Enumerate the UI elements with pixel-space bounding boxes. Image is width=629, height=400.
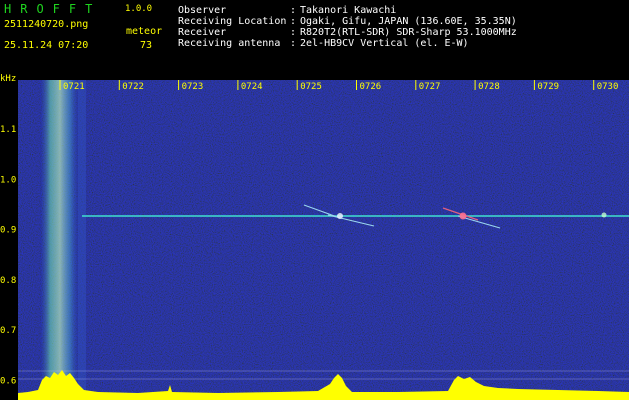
- interference-band-edge: [78, 80, 86, 400]
- spectrogram-noise: [18, 80, 629, 400]
- info-separator: :: [290, 38, 297, 49]
- freq-tick-label: 0.9: [0, 226, 16, 236]
- interference-band: [40, 80, 80, 400]
- meteor-count: 73: [140, 40, 153, 51]
- info-separator: :: [290, 5, 297, 16]
- file-name: 2511240720.png: [4, 19, 89, 30]
- freq-tick-label: 0.7: [0, 326, 16, 336]
- freq-axis: 1.1 1.0 0.9 0.8 0.7 0.6: [0, 125, 16, 387]
- freq-tick-label: 1.0: [0, 175, 16, 185]
- info-label: Receiver: [178, 27, 227, 38]
- time-tick-label: 0728: [478, 82, 500, 92]
- info-row-receiver: Receiver : R820T2(RTL-SDR) SDR-Sharp 53.…: [178, 27, 517, 38]
- station-info: Observer : Takanori Kawachi Receiving Lo…: [178, 5, 517, 49]
- time-tick-label: 0725: [300, 82, 322, 92]
- meteor-head: [459, 212, 467, 220]
- time-tick-label: 0721: [63, 82, 85, 92]
- info-separator: :: [290, 16, 297, 27]
- time-tick-label: 0730: [597, 82, 619, 92]
- spectrogram: 0721 0722 0723 0724 0725 0726 0727 0728 0729 0730: [18, 80, 629, 400]
- info-value: R820T2(RTL-SDR) SDR-Sharp 53.1000MHz: [300, 27, 517, 38]
- freq-tick-label: 1.1: [0, 125, 16, 135]
- info-row-antenna: Receiving antenna : 2el-HB9CV Vertical (…: [178, 38, 517, 49]
- time-tick-label: 0729: [537, 82, 559, 92]
- app-version: 1.0.0: [125, 4, 153, 14]
- info-label: Observer: [178, 5, 227, 16]
- info-label: Receiving Location: [178, 16, 287, 27]
- hrofft-window: HROFFT 1.0.0 2511240720.png meteor 25.11…: [0, 0, 629, 400]
- meteor-label: meteor: [126, 26, 163, 37]
- info-value: Ogaki, Gifu, JAPAN (136.60E, 35.35N): [300, 16, 517, 27]
- time-tick-label: 0722: [122, 82, 144, 92]
- info-value: 2el-HB9CV Vertical (el. E-W): [300, 38, 469, 49]
- app-brand: HROFFT: [4, 2, 102, 16]
- info-separator: :: [290, 27, 297, 38]
- info-row-location: Receiving Location : Ogaki, Gifu, JAPAN …: [178, 16, 517, 27]
- info-value: Takanori Kawachi: [300, 5, 397, 16]
- time-tick-label: 0723: [182, 82, 204, 92]
- meteor-head: [337, 213, 343, 219]
- freq-tick-label: 0.8: [0, 276, 16, 286]
- meteor-head: [601, 212, 607, 218]
- info-row-observer: Observer : Takanori Kawachi: [178, 5, 517, 16]
- time-tick-label: 0724: [241, 82, 263, 92]
- freq-tick-label: 0.6: [0, 377, 16, 387]
- capture-datetime: 25.11.24 07:20: [4, 40, 89, 51]
- time-tick-label: 0726: [360, 82, 382, 92]
- info-label: Receiving antenna: [178, 38, 281, 49]
- time-tick-label: 0727: [419, 82, 441, 92]
